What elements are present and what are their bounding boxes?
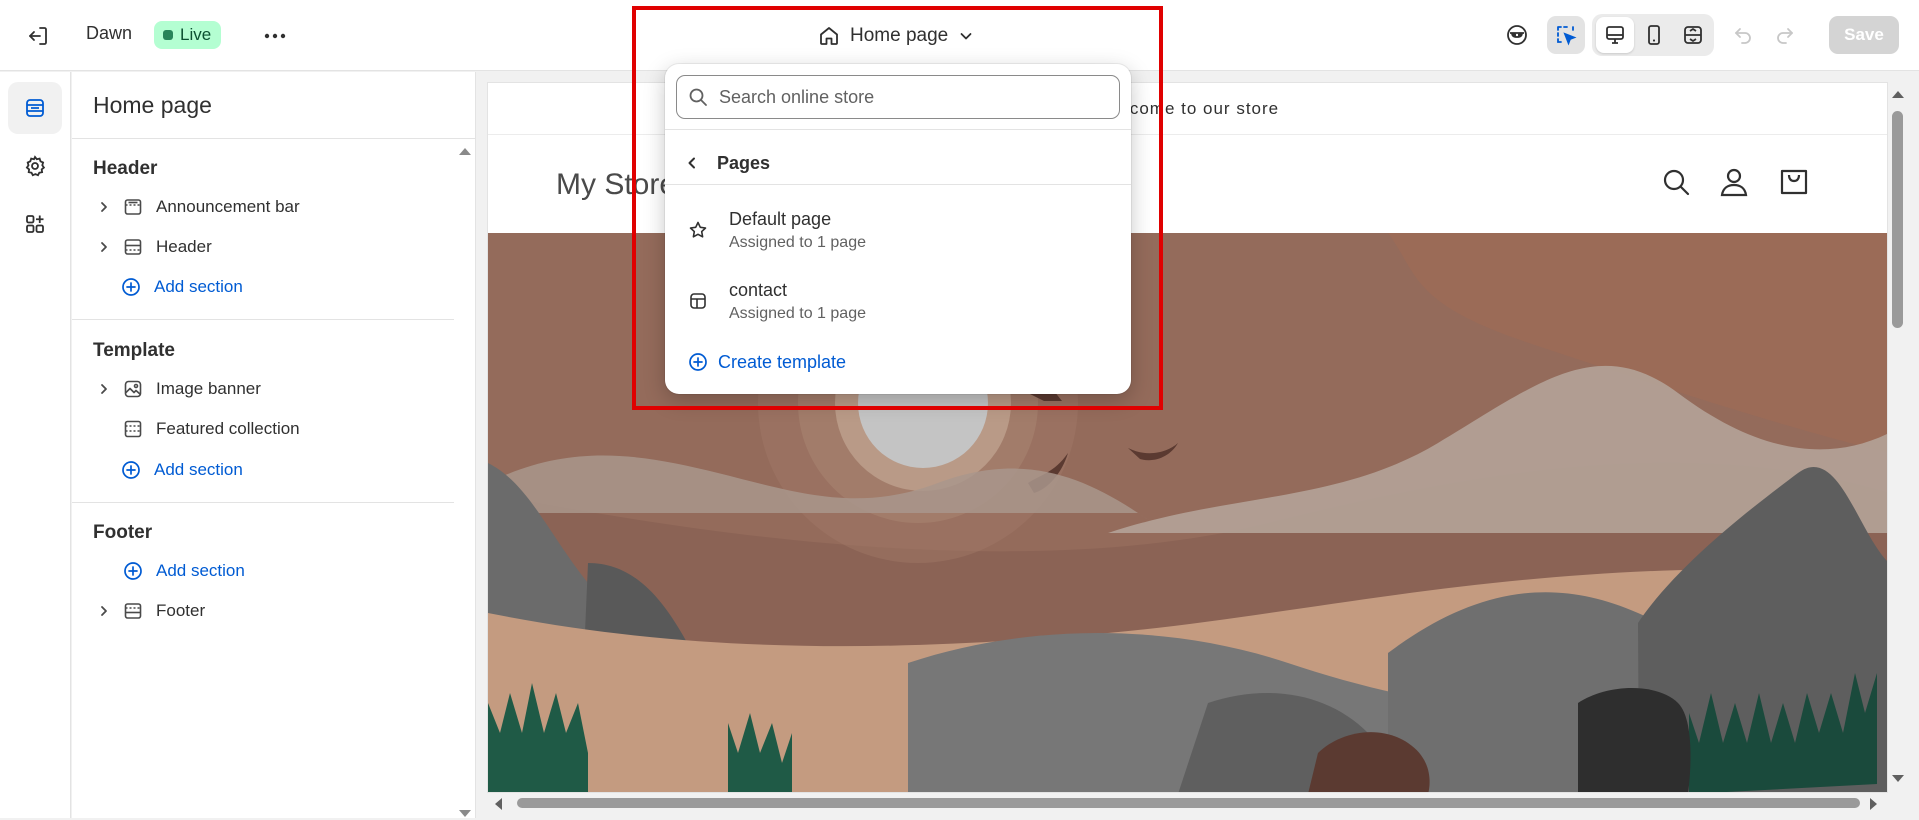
status-badge-label: Live	[180, 25, 212, 44]
template-option-contact[interactable]: contact Assigned to 1 page	[685, 273, 1115, 329]
chevron-right-icon[interactable]	[92, 200, 116, 214]
group-title-footer: Footer	[93, 522, 153, 543]
template-option-title: contact	[729, 279, 788, 300]
left-rail	[0, 72, 71, 818]
add-section-label: Add section	[156, 561, 245, 580]
plus-circle-icon	[689, 353, 707, 371]
divider	[665, 184, 1131, 185]
back-label: Pages	[717, 152, 771, 173]
create-template-button[interactable]: Create template	[688, 347, 846, 377]
redo-icon[interactable]	[1766, 16, 1804, 54]
live-dot-icon	[163, 30, 173, 40]
plus-circle-icon	[116, 460, 146, 480]
section-item-label: Header	[156, 237, 212, 256]
sections-nav-icon[interactable]	[8, 82, 62, 134]
group-title-template: Template	[93, 340, 176, 361]
settings-gear-icon[interactable]	[8, 140, 62, 192]
section-item-footer[interactable]: Footer	[92, 594, 452, 628]
add-section-button[interactable]: Add section	[92, 554, 452, 588]
group-title-header: Header	[93, 158, 158, 179]
fullscreen-view-icon[interactable]	[1674, 17, 1712, 53]
footer-section-icon	[118, 601, 148, 621]
preview-horizontal-scroll-thumb[interactable]	[517, 798, 1860, 808]
scroll-left-arrow-icon[interactable]	[492, 796, 504, 812]
inspector-select-icon[interactable]	[1547, 16, 1585, 54]
template-option-title: Default page	[729, 208, 832, 229]
template-icon	[685, 291, 711, 311]
divider	[72, 502, 454, 503]
status-badge: Live	[154, 21, 222, 49]
image-icon	[118, 379, 148, 399]
search-icon	[677, 87, 719, 107]
chevron-left-icon	[688, 157, 695, 169]
section-item-label: Announcement bar	[156, 197, 300, 216]
desktop-view-icon[interactable]	[1596, 17, 1634, 53]
section-item-label: Footer	[156, 601, 206, 620]
scroll-up-arrow-icon[interactable]	[457, 145, 473, 157]
section-item-featured-collection[interactable]: Featured collection	[92, 412, 452, 446]
search-icon[interactable]	[1660, 166, 1692, 198]
theme-name: Dawn	[86, 23, 133, 43]
scroll-right-arrow-icon[interactable]	[1868, 796, 1880, 812]
accessibility-inspector-icon[interactable]	[1498, 16, 1536, 54]
section-item-image-banner[interactable]: Image banner	[92, 372, 452, 406]
collection-icon	[118, 419, 148, 439]
section-item-label: Image banner	[156, 379, 261, 398]
template-option-default-page[interactable]: Default page Assigned to 1 page	[685, 202, 1115, 258]
header-section-icon	[118, 237, 148, 257]
chevron-down-icon	[960, 33, 972, 40]
sections-sidebar: Home page Header Announcement bar Header…	[72, 72, 476, 818]
page-template-dropdown: Pages Default page Assigned to 1 page co…	[665, 64, 1131, 394]
template-option-subtitle: Assigned to 1 page	[729, 233, 866, 251]
section-item-label: Featured collection	[156, 419, 300, 438]
add-section-button[interactable]: Add section	[92, 270, 452, 304]
save-button[interactable]: Save	[1829, 16, 1899, 54]
create-template-label: Create template	[718, 351, 847, 372]
apps-icon[interactable]	[8, 198, 62, 250]
scroll-down-arrow-icon[interactable]	[457, 808, 473, 820]
exit-icon[interactable]	[23, 21, 53, 51]
more-actions-icon[interactable]	[260, 21, 290, 51]
sidebar-title: Home page	[93, 92, 212, 118]
add-section-label: Add section	[154, 460, 243, 479]
star-icon	[685, 220, 711, 240]
divider	[72, 138, 476, 139]
divider	[72, 319, 454, 320]
search-field[interactable]	[676, 75, 1120, 119]
announcement-bar-icon	[118, 197, 148, 217]
scroll-up-arrow-icon[interactable]	[1890, 88, 1906, 100]
page-selector[interactable]: Home page	[818, 20, 974, 52]
section-item-announcement-bar[interactable]: Announcement bar	[92, 190, 452, 224]
preview-vertical-scroll-thumb[interactable]	[1892, 111, 1903, 328]
undo-icon[interactable]	[1724, 16, 1762, 54]
add-section-button[interactable]: Add section	[92, 453, 452, 487]
chevron-right-icon[interactable]	[92, 240, 116, 254]
home-icon	[820, 27, 838, 45]
top-bar: Dawn Live Home page Save	[0, 0, 1919, 71]
divider	[665, 129, 1131, 130]
account-icon[interactable]	[1718, 166, 1750, 198]
plus-circle-icon	[116, 277, 146, 297]
template-option-subtitle: Assigned to 1 page	[729, 304, 866, 322]
chevron-right-icon[interactable]	[92, 382, 116, 396]
store-logo-text[interactable]: My Store	[556, 168, 676, 202]
mobile-view-icon[interactable]	[1635, 17, 1673, 53]
back-to-pages-button[interactable]: Pages	[685, 148, 770, 178]
plus-circle-icon	[118, 561, 148, 581]
page-selector-label: Home page	[850, 25, 949, 46]
section-item-header[interactable]: Header	[92, 230, 452, 264]
chevron-right-icon[interactable]	[92, 604, 116, 618]
search-input[interactable]	[719, 86, 1099, 108]
scroll-down-arrow-icon[interactable]	[1890, 773, 1906, 785]
cart-icon[interactable]	[1778, 166, 1810, 198]
add-section-label: Add section	[154, 277, 243, 296]
